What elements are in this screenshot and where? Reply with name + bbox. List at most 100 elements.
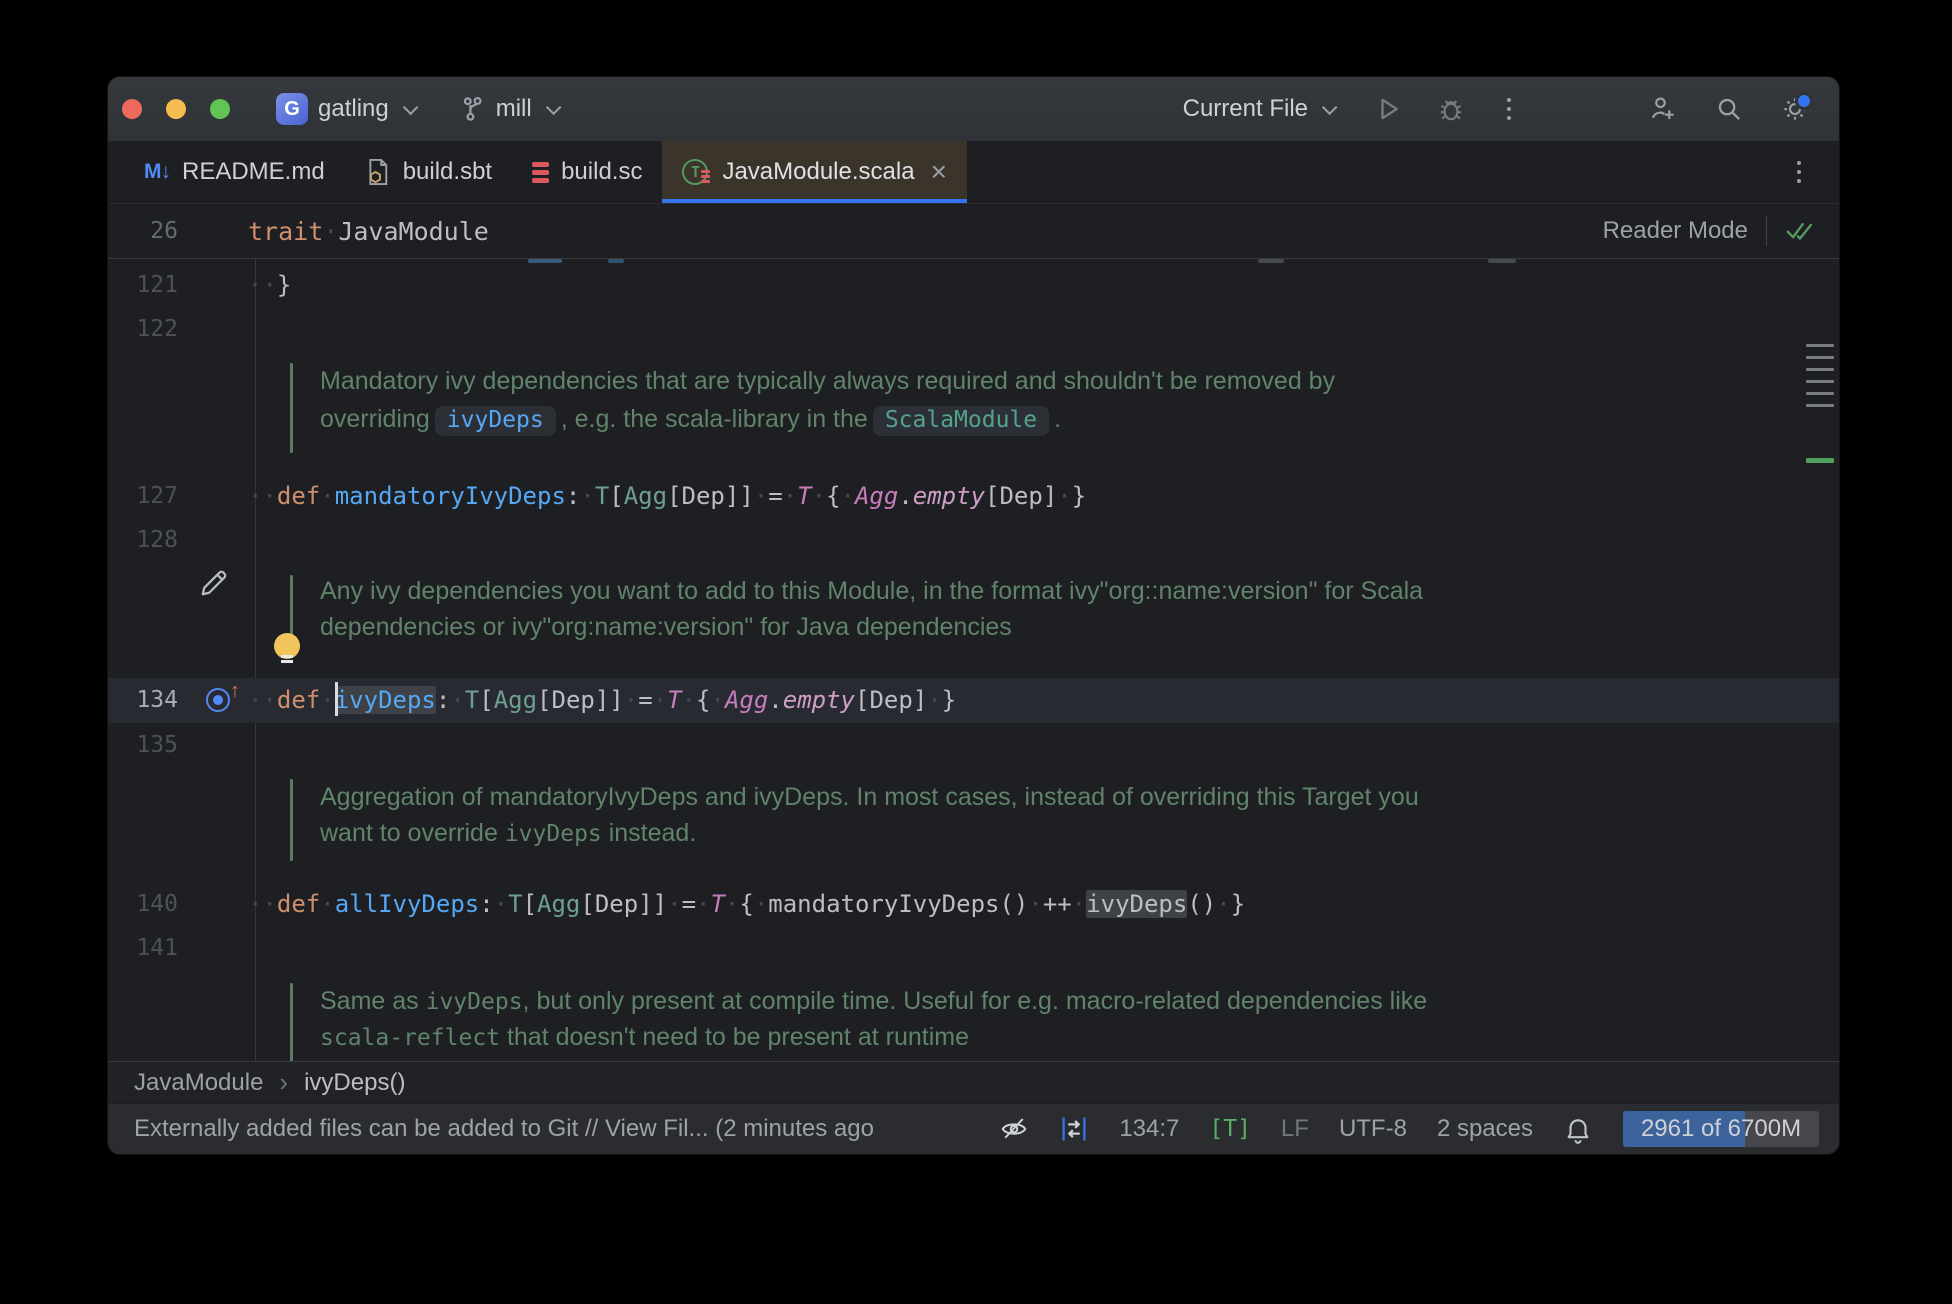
scrollbar-green-mark — [1806, 458, 1834, 463]
highlighting-eye-icon[interactable] — [999, 1114, 1029, 1144]
editor-pane[interactable]: 121··}122 Mandatory ivy dependencies that… — [108, 259, 1839, 1061]
code-text: ··def·ivyDeps:·T[Agg[Dep]]·=·T·{·Agg.emp… — [248, 678, 956, 723]
project-name: gatling — [318, 95, 389, 123]
column-sync-icon[interactable] — [1059, 1114, 1089, 1144]
doc-comment[interactable]: Any ivy dependencies you want to add to … — [290, 575, 1779, 655]
tab-label: JavaModule.scala — [722, 158, 914, 186]
editor-line-141[interactable]: 141 — [108, 926, 1839, 971]
run-configuration-widget[interactable]: Current File — [1173, 89, 1343, 129]
divider — [1766, 216, 1767, 246]
sticky-declaration-line[interactable]: 26 trait·JavaModule Reader Mode — [108, 204, 1839, 259]
tab-build-sc[interactable]: build.sc — [512, 141, 662, 203]
scala-file-icon — [532, 162, 549, 183]
scala-trait-icon: T — [682, 158, 710, 186]
kebab-menu-icon — [1797, 161, 1801, 183]
overrides-gutter-icon[interactable]: ↑ — [204, 686, 248, 716]
code-text: ··def·allIvyDeps:·T[Agg[Dep]]·=·T·{·mand… — [248, 882, 1245, 927]
caret-position-widget[interactable]: 134:7 — [1119, 1115, 1179, 1143]
editor-line-122[interactable]: 122 — [108, 307, 1839, 352]
doc-comment[interactable]: Aggregation of mandatoryIvyDeps and ivyD… — [290, 779, 1779, 861]
override-dot — [213, 695, 223, 705]
more-actions-button[interactable] — [1487, 89, 1531, 129]
tab-label: build.sbt — [403, 158, 492, 186]
sbt-file-icon — [365, 158, 391, 186]
line-number-127[interactable]: 127 — [108, 474, 178, 519]
encoding-widget[interactable]: UTF-8 — [1339, 1115, 1407, 1143]
sticky-line-number: 26 — [108, 209, 178, 254]
kebab-menu-icon — [1507, 98, 1511, 120]
tab-label: build.sc — [561, 158, 642, 186]
debug-button[interactable] — [1429, 89, 1473, 129]
scrollbar-thumb-stripe[interactable] — [1806, 404, 1834, 407]
code-text: ··def·mandatoryIvyDeps:·T[Agg[Dep]]·=·T·… — [248, 474, 1086, 519]
indent-widget[interactable]: 2 spaces — [1437, 1115, 1533, 1143]
line-number-135[interactable]: 135 — [108, 723, 178, 768]
doc-comment[interactable]: Mandatory ivy dependencies that are typi… — [290, 363, 1779, 453]
breadcrumb-item-class[interactable]: JavaModule — [134, 1069, 263, 1097]
settings-button[interactable] — [1773, 89, 1817, 129]
ide-window: G gatling mill Current File — [108, 77, 1839, 1154]
scrollbar-thumb-stripe[interactable] — [1806, 392, 1834, 395]
minimize-window-button[interactable] — [166, 99, 186, 119]
editor-tab-bar: M↓ README.md build.sbt build.sc T JavaMo… — [108, 141, 1839, 204]
type-annotations-widget[interactable]: [T] — [1209, 1116, 1251, 1142]
tab-build-sbt[interactable]: build.sbt — [345, 141, 512, 203]
title-bar: G gatling mill Current File — [108, 77, 1839, 141]
inspections-ok-icon[interactable] — [1785, 218, 1815, 244]
tab-options-button[interactable] — [1777, 152, 1821, 192]
intention-lightbulb-icon[interactable] — [274, 633, 300, 667]
reader-mode-label[interactable]: Reader Mode — [1603, 217, 1748, 245]
line-number-122[interactable]: 122 — [108, 307, 178, 352]
vcs-branch-widget[interactable]: mill — [450, 89, 567, 129]
code-line-121[interactable]: 121··} — [108, 263, 1839, 308]
code-line-127[interactable]: 127 ··def·mandatoryIvyDeps:·T[Agg[Dep]]·=… — [108, 474, 1839, 519]
doc-comment[interactable]: Same as ivyDeps, but only present at com… — [290, 983, 1779, 1061]
close-window-button[interactable] — [122, 99, 142, 119]
tab-readme-md[interactable]: M↓ README.md — [124, 141, 345, 203]
run-button[interactable] — [1367, 89, 1411, 129]
notifications-bell-icon[interactable] — [1563, 1114, 1593, 1144]
zoom-window-button[interactable] — [210, 99, 230, 119]
doc-comment-line: Any ivy dependencies you want to add to … — [320, 577, 1423, 606]
editor-line-135[interactable]: 135 — [108, 723, 1839, 768]
breadcrumb-item-member[interactable]: ivyDeps() — [304, 1069, 405, 1097]
chevron-down-icon — [546, 99, 562, 115]
line-number-128[interactable]: 128 — [108, 518, 178, 563]
search-everywhere-button[interactable] — [1707, 89, 1751, 129]
run-configuration-name: Current File — [1183, 95, 1308, 123]
doc-comment-line: dependencies or ivy"org:name:version" fo… — [320, 613, 1012, 642]
sticky-code: trait·JavaModule — [248, 217, 489, 246]
doc-comment-line: Same as ivyDeps, but only present at com… — [320, 987, 1427, 1016]
text-caret — [335, 682, 338, 716]
line-number-140[interactable]: 140 — [108, 882, 178, 927]
scrollbar-thumb-stripe[interactable] — [1806, 380, 1834, 383]
doc-comment-bar — [290, 779, 293, 861]
memory-indicator[interactable]: 2961 of 6700M — [1623, 1111, 1819, 1147]
line-number-141[interactable]: 141 — [108, 926, 178, 971]
code-with-me-button[interactable] — [1641, 89, 1685, 129]
code-line-134[interactable]: 134↑··def·ivyDeps:·T[Agg[Dep]]·=·T·{·Agg… — [108, 678, 1839, 723]
breadcrumb-separator: › — [279, 1067, 288, 1098]
status-bar: Externally added files can be added to G… — [108, 1103, 1839, 1154]
edit-pencil-gutter-icon[interactable] — [196, 565, 232, 601]
code-line-140[interactable]: 140 ··def·allIvyDeps:·T[Agg[Dep]]·=·T·{·m… — [108, 882, 1839, 927]
chevron-down-icon — [1322, 99, 1338, 115]
line-ending-widget[interactable]: LF — [1281, 1115, 1309, 1143]
git-branch-icon — [460, 96, 486, 122]
tab-label: README.md — [182, 158, 325, 186]
override-arrow: ↑ — [230, 680, 240, 703]
editor-line-128[interactable]: 128 — [108, 518, 1839, 563]
status-message[interactable]: Externally added files can be added to G… — [134, 1115, 874, 1143]
scrollbar-thumb-stripe[interactable] — [1806, 368, 1834, 371]
project-widget[interactable]: G gatling — [266, 87, 424, 131]
scrollbar-thumb-stripe[interactable] — [1806, 344, 1834, 347]
line-number-134[interactable]: 134 — [108, 678, 178, 723]
project-icon: G — [276, 93, 308, 125]
doc-comment-line: want to override ivyDeps instead. — [320, 819, 696, 848]
scrollbar-thumb-stripe[interactable] — [1806, 356, 1834, 359]
doc-comment-line: overridingivyDeps, e.g. the scala-librar… — [320, 405, 1061, 436]
tab-javamodule-scala[interactable]: T JavaModule.scala × — [662, 141, 966, 203]
line-number-121[interactable]: 121 — [108, 263, 178, 308]
close-tab-icon[interactable]: × — [931, 158, 947, 186]
doc-comment-line: Aggregation of mandatoryIvyDeps and ivyD… — [320, 783, 1419, 812]
